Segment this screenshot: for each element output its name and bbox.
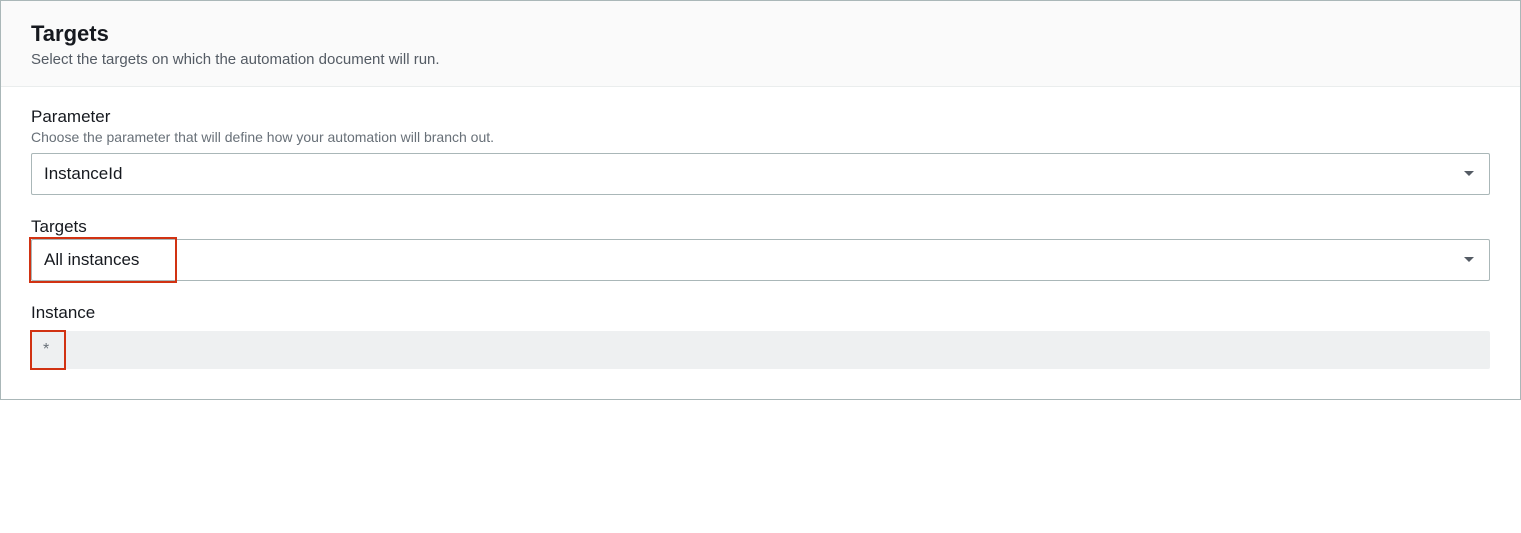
parameter-label: Parameter xyxy=(31,107,1490,127)
targets-label: Targets xyxy=(31,217,1490,237)
parameter-select[interactable]: InstanceId xyxy=(31,153,1490,195)
panel-body: Parameter Choose the parameter that will… xyxy=(1,87,1520,399)
panel-description: Select the targets on which the automati… xyxy=(31,51,1490,68)
targets-select-value: All instances xyxy=(44,250,139,270)
instance-field-group: Instance * xyxy=(31,303,1490,369)
parameter-help: Choose the parameter that will define ho… xyxy=(31,129,1490,145)
parameter-select-wrap: InstanceId xyxy=(31,153,1490,195)
targets-field-group: Targets All instances xyxy=(31,217,1490,281)
instance-label: Instance xyxy=(31,303,1490,323)
panel-header: Targets Select the targets on which the … xyxy=(1,1,1520,87)
targets-select[interactable]: All instances xyxy=(31,239,1490,281)
parameter-select-value: InstanceId xyxy=(44,164,122,184)
chevron-down-icon xyxy=(1463,256,1475,264)
targets-panel: Targets Select the targets on which the … xyxy=(0,0,1521,400)
panel-title: Targets xyxy=(31,21,1490,47)
parameter-field-group: Parameter Choose the parameter that will… xyxy=(31,107,1490,195)
instance-value: * xyxy=(43,341,49,359)
targets-select-wrap: All instances xyxy=(31,239,1490,281)
instance-readonly-field: * xyxy=(31,331,1490,369)
chevron-down-icon xyxy=(1463,170,1475,178)
